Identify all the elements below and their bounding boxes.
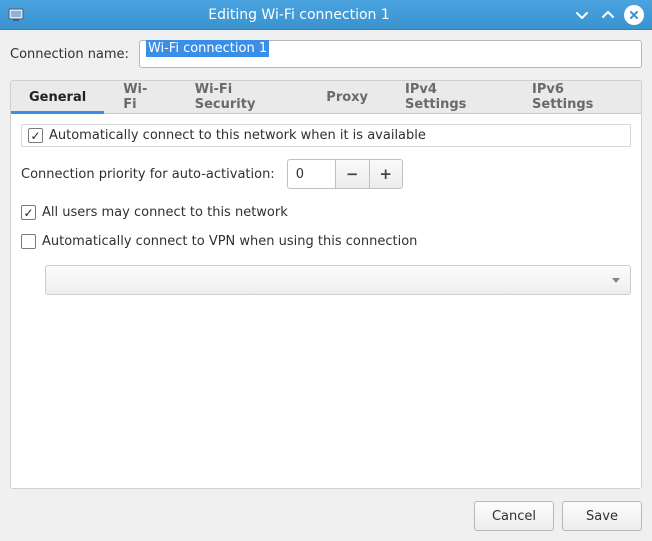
connection-name-input[interactable]: Wi-Fi connection 1 <box>139 40 642 68</box>
tab-wifi-security[interactable]: Wi-Fi Security <box>177 81 309 113</box>
tab-label: Proxy <box>326 90 368 105</box>
window-controls <box>572 5 644 25</box>
button-label: Save <box>586 509 618 524</box>
maximize-button[interactable] <box>598 5 618 25</box>
dialog-buttons: Cancel Save <box>10 501 642 531</box>
tab-label: IPv6 Settings <box>532 82 622 112</box>
tab-panel-general: Automatically connect to this network wh… <box>10 114 642 489</box>
all-users-checkbox[interactable] <box>21 205 36 220</box>
tab-ipv4-settings[interactable]: IPv4 Settings <box>387 81 514 113</box>
titlebar[interactable]: Editing Wi-Fi connection 1 <box>0 0 652 30</box>
auto-vpn-checkbox[interactable] <box>21 234 36 249</box>
save-button[interactable]: Save <box>562 501 642 531</box>
all-users-row: All users may connect to this network <box>21 205 631 220</box>
tab-ipv6-settings[interactable]: IPv6 Settings <box>514 81 641 113</box>
auto-connect-row: Automatically connect to this network wh… <box>21 124 631 147</box>
plus-icon: + <box>379 165 392 183</box>
connection-name-label: Connection name: <box>10 47 129 62</box>
priority-value[interactable]: 0 <box>287 159 335 189</box>
priority-label: Connection priority for auto-activation: <box>21 167 275 182</box>
priority-decrement[interactable]: − <box>335 159 369 189</box>
tab-label: IPv4 Settings <box>405 82 495 112</box>
button-label: Cancel <box>492 509 536 524</box>
tab-label: General <box>29 90 86 105</box>
auto-vpn-label: Automatically connect to VPN when using … <box>42 234 417 249</box>
network-editor-icon <box>6 5 26 25</box>
priority-spin: 0 − + <box>287 159 403 189</box>
tab-label: Wi-Fi <box>123 82 158 112</box>
auto-vpn-row: Automatically connect to VPN when using … <box>21 234 631 249</box>
tab-wifi[interactable]: Wi-Fi <box>105 81 177 113</box>
minimize-button[interactable] <box>572 5 592 25</box>
cancel-button[interactable]: Cancel <box>474 501 554 531</box>
auto-connect-checkbox[interactable] <box>28 128 43 143</box>
tab-proxy[interactable]: Proxy <box>308 81 387 113</box>
close-button[interactable] <box>624 5 644 25</box>
tabbar: General Wi-Fi Wi-Fi Security Proxy IPv4 … <box>10 80 642 114</box>
tab-general[interactable]: General <box>11 81 105 113</box>
priority-increment[interactable]: + <box>369 159 403 189</box>
connection-name-value: Wi-Fi connection 1 <box>146 40 269 57</box>
tab-label: Wi-Fi Security <box>195 82 290 112</box>
vpn-combo[interactable] <box>45 265 631 295</box>
window-title: Editing Wi-Fi connection 1 <box>26 7 572 23</box>
connection-name-row: Connection name: Wi-Fi connection 1 <box>10 40 642 68</box>
chevron-down-icon <box>612 278 620 283</box>
all-users-label: All users may connect to this network <box>42 205 288 220</box>
minus-icon: − <box>346 165 359 183</box>
auto-connect-label: Automatically connect to this network wh… <box>49 128 426 143</box>
priority-row: Connection priority for auto-activation:… <box>21 159 631 189</box>
